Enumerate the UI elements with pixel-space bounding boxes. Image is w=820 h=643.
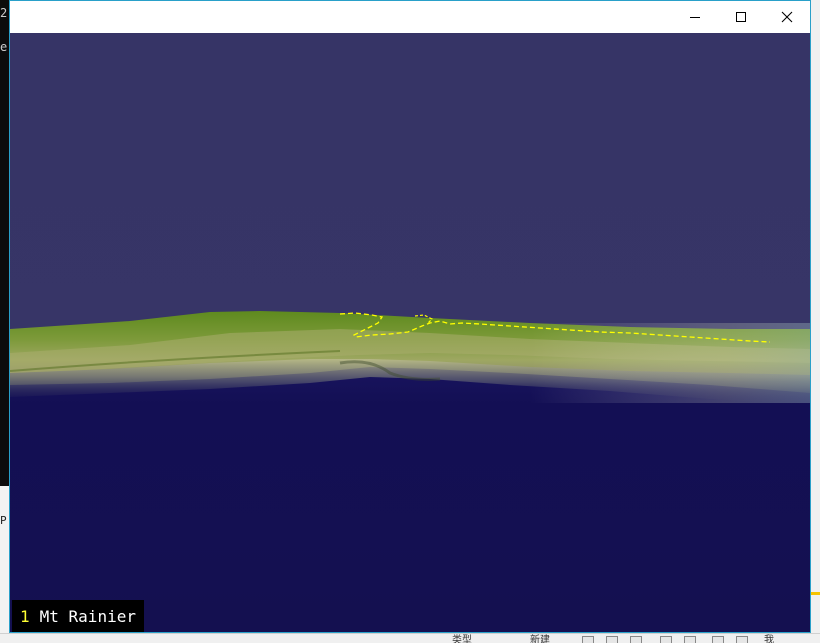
- location-name: Mt Rainier: [39, 607, 136, 626]
- console-text: e: [0, 40, 8, 54]
- close-icon: [781, 11, 793, 23]
- maximize-button[interactable]: [718, 1, 764, 33]
- background-window-edge: [811, 0, 820, 643]
- console-window-edge: 2 e: [0, 0, 9, 486]
- desktop: 2 e P 1 Mt Rainier 类型 新建 我: [0, 0, 820, 643]
- 3d-terrain-viewport[interactable]: 1 Mt Rainier: [10, 33, 810, 632]
- viewer-window: 1 Mt Rainier: [9, 0, 811, 633]
- minimize-icon: [690, 17, 700, 18]
- app-icon[interactable]: [660, 636, 672, 643]
- app-icon[interactable]: [736, 636, 748, 643]
- terrain-haze: [530, 323, 810, 403]
- location-label: 1 Mt Rainier: [12, 600, 144, 632]
- terrain-render: [10, 33, 810, 632]
- taskbar-item[interactable]: 我: [764, 635, 774, 643]
- accent-line: [811, 592, 820, 595]
- app-icon[interactable]: [684, 636, 696, 643]
- maximize-icon: [736, 12, 746, 22]
- app-icon[interactable]: [582, 636, 594, 643]
- console-text: P: [0, 514, 7, 527]
- app-icon[interactable]: [606, 636, 618, 643]
- console-text: 2: [0, 6, 8, 20]
- close-button[interactable]: [764, 1, 810, 33]
- minimize-button[interactable]: [672, 1, 718, 33]
- taskbar-item[interactable]: 新建: [530, 635, 550, 643]
- console-lower-edge: [0, 486, 9, 643]
- taskbar-item[interactable]: 类型: [452, 635, 472, 643]
- location-number: 1: [20, 607, 30, 626]
- app-icon[interactable]: [630, 636, 642, 643]
- taskbar-strip: 类型 新建 我: [0, 633, 820, 643]
- title-bar[interactable]: [10, 1, 810, 33]
- water: [10, 363, 810, 632]
- app-icon[interactable]: [712, 636, 724, 643]
